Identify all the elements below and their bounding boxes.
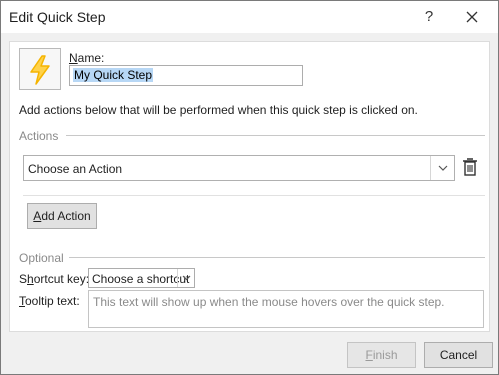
chevron-down-icon [438, 165, 448, 171]
edit-quick-step-dialog: Edit Quick Step ? Name: My Quick Step Ad… [0, 0, 499, 375]
optional-section-label: Optional [19, 251, 64, 265]
title-bar: Edit Quick Step ? [1, 1, 498, 33]
name-value: My Quick Step [73, 68, 154, 82]
name-input[interactable]: My Quick Step [69, 65, 303, 86]
name-label: Name: [69, 51, 105, 65]
tooltip-text-label: Tooltip text: [19, 294, 80, 308]
dialog-content: Name: My Quick Step Add actions below th… [9, 41, 490, 332]
chevron-down-icon [182, 275, 191, 281]
action-dropdown-value: Choose an Action [28, 162, 123, 176]
optional-section-divider [69, 257, 485, 258]
shortcut-key-label: Shortcut key: [19, 272, 90, 286]
close-button[interactable] [456, 5, 488, 29]
dialog-title: Edit Quick Step [9, 9, 106, 25]
close-icon [466, 11, 478, 23]
actions-list-divider [23, 195, 485, 196]
delete-action-icon[interactable] [462, 157, 478, 177]
actions-section-divider [66, 135, 485, 136]
action-dropdown[interactable]: Choose an Action [23, 155, 455, 181]
cancel-button[interactable]: Cancel [424, 342, 493, 368]
shortcut-dropdown-toggle[interactable] [177, 269, 194, 287]
finish-button[interactable]: Finish [347, 342, 416, 368]
action-dropdown-toggle[interactable] [430, 156, 454, 180]
tooltip-text-input[interactable]: This text will show up when the mouse ho… [88, 290, 484, 328]
add-action-button[interactable]: Add Action [27, 203, 97, 229]
quick-step-icon-button[interactable] [19, 48, 61, 90]
shortcut-dropdown[interactable]: Choose a shortcut [88, 268, 195, 288]
description-text: Add actions below that will be performed… [19, 103, 418, 117]
shortcut-dropdown-value: Choose a shortcut [92, 272, 190, 286]
actions-section-label: Actions [19, 129, 59, 143]
help-button[interactable]: ? [413, 5, 445, 29]
lightning-bolt-icon [30, 55, 50, 85]
